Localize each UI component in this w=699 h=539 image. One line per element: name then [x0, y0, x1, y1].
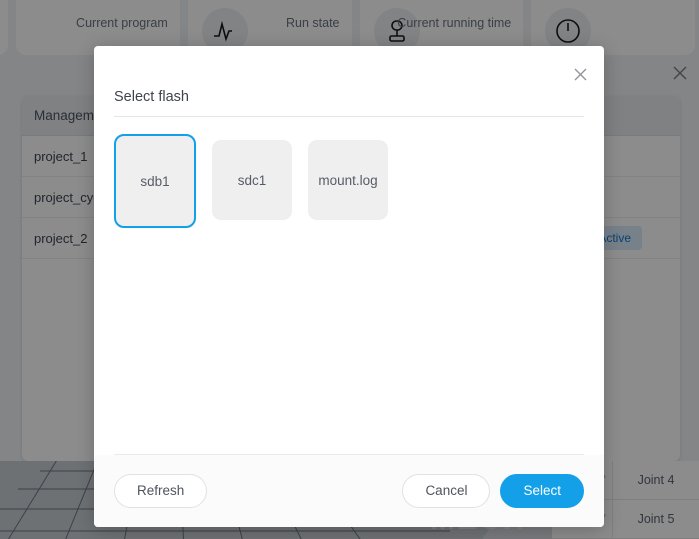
select-button[interactable]: Select — [500, 473, 584, 509]
dialog-footer: Refresh Cancel Select — [94, 455, 604, 527]
dialog-title: Select flash — [114, 89, 189, 105]
close-icon[interactable] — [571, 65, 589, 83]
flash-device-list: sdb1 sdc1 mount.log — [94, 117, 604, 454]
screen-root: Current program Run state Current runnin… — [0, 0, 699, 539]
flash-device-label: sdb1 — [140, 173, 170, 189]
flash-device-tile-sdb1[interactable]: sdb1 — [114, 134, 196, 228]
refresh-button[interactable]: Refresh — [114, 473, 208, 509]
flash-device-label: mount.log — [318, 172, 378, 188]
flash-device-tile-mount-log[interactable]: mount.log — [308, 140, 388, 220]
select-flash-dialog: Select flash sdb1 sdc1 mount.log Refresh… — [94, 46, 604, 527]
footer-actions: Cancel Select — [402, 473, 584, 509]
cancel-button[interactable]: Cancel — [402, 473, 491, 509]
flash-device-tile-sdc1[interactable]: sdc1 — [212, 140, 292, 220]
flash-device-label: sdc1 — [237, 172, 267, 188]
